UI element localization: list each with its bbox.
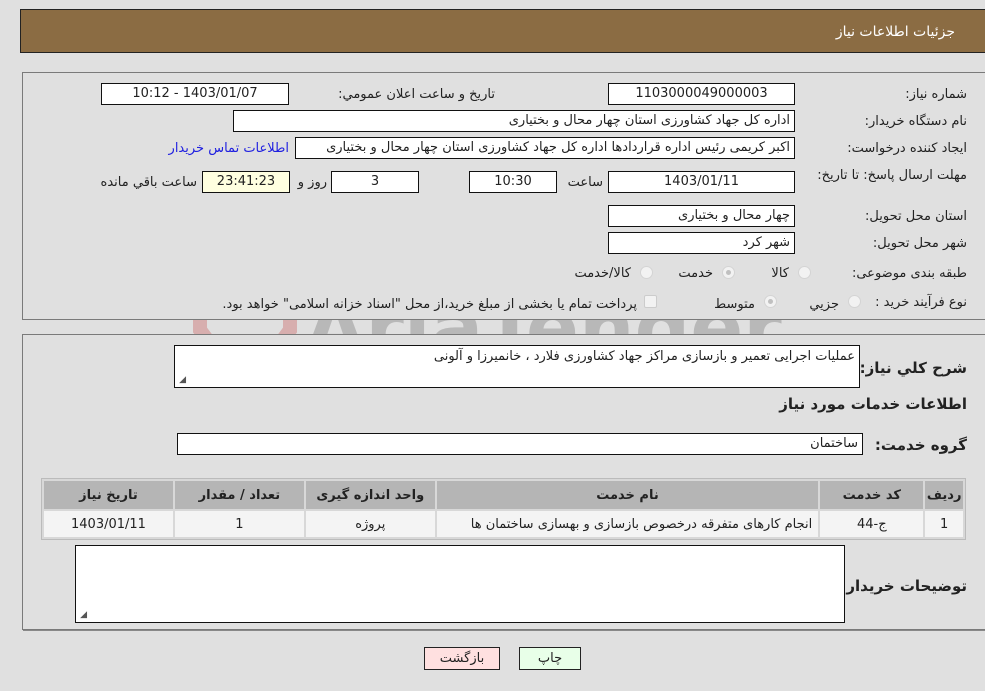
table-header-row: ردیف کد خدمت نام خدمت واحد اندازه گیری ت… [44, 481, 963, 509]
cell-quantity: 1 [174, 511, 304, 537]
treasury-bonds-note: پرداخت تمام یا بخشی از مبلغ خرید،از محل … [222, 297, 637, 312]
cell-service-code: ج-44 [820, 511, 924, 537]
deadline-label: مهلت ارسال پاسخ: تا تاریخ: [817, 168, 967, 183]
resize-grip-icon[interactable]: ◢ [177, 376, 186, 385]
col-row-number: ردیف [925, 481, 963, 509]
purchase-type-radio-minor[interactable] [848, 295, 861, 308]
need-number-label: شماره نیاز: [905, 87, 967, 102]
print-button[interactable]: چاپ [519, 647, 581, 670]
services-panel: شرح کلي نیاز: عملیات اجرایی تعمیر و بازس… [22, 334, 985, 630]
services-table: ردیف کد خدمت نام خدمت واحد اندازه گیری ت… [41, 478, 966, 540]
page-title: جزئیات اطلاعات نیاز [835, 24, 955, 40]
buyer-notes-label: توضیحات خریدار: [840, 577, 967, 595]
service-group-field[interactable]: ساختمان [177, 433, 863, 455]
purchase-type-label: نوع فرآیند خرید : [875, 295, 967, 310]
remaining-time-field: 23:41:23 [202, 171, 290, 193]
col-need-date: تاریخ نیاز [44, 481, 173, 509]
summary-label: شرح کلي نیاز: [859, 359, 967, 377]
city-label: شهر محل تحویل: [872, 236, 967, 251]
need-number-field[interactable]: 1103000049000003 [608, 83, 795, 105]
col-quantity: تعداد / مقدار [174, 481, 304, 509]
days-field[interactable]: 3 [331, 171, 419, 193]
category-radio-goods-service[interactable] [640, 266, 653, 279]
days-label: روز و [297, 175, 327, 190]
category-radio-service[interactable] [722, 266, 735, 279]
col-unit: واحد اندازه گیری [305, 481, 435, 509]
announce-datetime-field[interactable]: 1403/01/07 - 10:12 [101, 83, 289, 105]
cell-row-number: 1 [925, 511, 963, 537]
category-option-service: خدمت [678, 266, 713, 281]
city-field[interactable]: شهر کرد [608, 232, 795, 254]
back-button[interactable]: بازگشت [424, 647, 500, 670]
services-heading: اطلاعات خدمات مورد نیاز [779, 395, 967, 413]
requester-label: ایجاد کننده درخواست: [847, 141, 967, 156]
summary-textarea[interactable]: عملیات اجرایی تعمیر و بازسازی مراکز جهاد… [174, 345, 860, 388]
col-service-name: نام خدمت [436, 481, 819, 509]
buyer-org-label: نام دستگاه خریدار: [864, 114, 967, 129]
col-service-code: کد خدمت [820, 481, 924, 509]
buyer-org-field[interactable]: اداره کل جهاد کشاورزی استان چهار محال و … [233, 110, 795, 132]
treasury-bonds-checkbox[interactable] [644, 295, 657, 308]
requester-field[interactable]: اکبر کریمی رئیس اداره قراردادها اداره کل… [295, 137, 795, 159]
province-label: استان محل تحویل: [865, 209, 967, 224]
purchase-type-option-medium: متوسط [714, 297, 755, 312]
cell-service-name: انجام کارهای متفرقه درخصوص بازسازی و بهس… [436, 511, 819, 537]
category-radio-goods[interactable] [798, 266, 811, 279]
remaining-time-label: ساعت باقي مانده [100, 175, 197, 190]
purchase-type-option-minor: جزیي [809, 297, 839, 312]
buyer-notes-textarea[interactable]: ◢ [75, 545, 845, 623]
category-option-goods: کالا [771, 266, 789, 281]
announce-datetime-label: تاریخ و ساعت اعلان عمومي: [338, 87, 495, 102]
cell-need-date: 1403/01/11 [44, 511, 173, 537]
table-row: 1 ج-44 انجام کارهای متفرقه درخصوص بازساز… [44, 511, 963, 537]
category-option-goods-service: کالا/خدمت [574, 266, 631, 281]
need-info-panel: شماره نیاز: 1103000049000003 تاریخ و ساع… [22, 72, 985, 320]
resize-grip-icon[interactable]: ◢ [78, 611, 87, 620]
deadline-time-label: ساعت [567, 175, 603, 190]
service-group-label: گروه خدمت: [874, 436, 967, 454]
purchase-type-radio-medium[interactable] [764, 295, 777, 308]
deadline-date-field[interactable]: 1403/01/11 [608, 171, 795, 193]
province-field[interactable]: چهار محال و بختیاری [608, 205, 795, 227]
summary-text: عملیات اجرایی تعمیر و بازسازی مراکز جهاد… [433, 349, 855, 364]
buyer-contact-link[interactable]: اطلاعات تماس خریدار [169, 141, 289, 156]
page-header: جزئیات اطلاعات نیاز [20, 9, 985, 53]
category-label: طبقه بندی موضوعی: [851, 266, 967, 281]
cell-unit: پروژه [305, 511, 435, 537]
deadline-time-field[interactable]: 10:30 [469, 171, 557, 193]
